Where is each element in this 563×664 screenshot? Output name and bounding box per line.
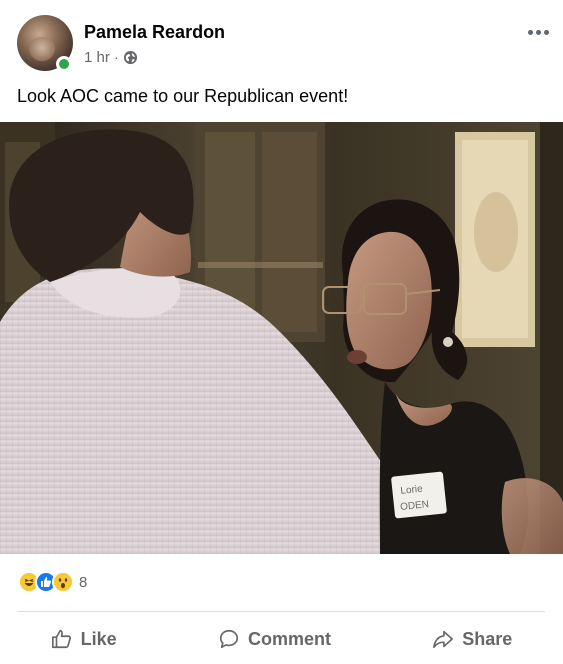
- post-meta: 1 hr ·: [84, 49, 138, 66]
- comment-label: Comment: [247, 628, 331, 649]
- thumbs-up-icon: [51, 629, 71, 649]
- more-dot-icon: [543, 29, 549, 35]
- online-status-dot: [56, 56, 72, 72]
- post-text: Look AOC came to our Republican event!: [17, 86, 349, 106]
- post-header: Pamela Reardon 1 hr ·: [0, 0, 563, 80]
- wow-reaction-icon: [52, 571, 74, 593]
- share-label: Share: [462, 628, 513, 649]
- action-divider: [18, 611, 545, 612]
- reaction-count[interactable]: 8: [79, 574, 87, 591]
- meta-separator: ·: [113, 49, 119, 66]
- globe-icon[interactable]: [123, 50, 138, 65]
- post-actions: Like Comment Share: [0, 614, 563, 664]
- more-options-button[interactable]: [523, 22, 553, 42]
- more-dot-icon: [535, 29, 541, 35]
- reaction-summary[interactable]: 8: [18, 570, 87, 594]
- share-icon: [433, 630, 454, 649]
- comment-button[interactable]: Comment: [200, 622, 349, 656]
- like-label: Like: [80, 628, 117, 649]
- like-button[interactable]: Like: [33, 622, 135, 656]
- more-dot-icon: [527, 29, 533, 35]
- timestamp[interactable]: 1 hr: [84, 49, 110, 66]
- author-name[interactable]: Pamela Reardon: [84, 22, 225, 43]
- post-photo[interactable]: Lorie ODEN: [0, 122, 563, 554]
- photo-illustration: Lorie ODEN: [0, 122, 563, 554]
- comment-icon: [219, 629, 239, 649]
- share-button[interactable]: Share: [414, 622, 530, 656]
